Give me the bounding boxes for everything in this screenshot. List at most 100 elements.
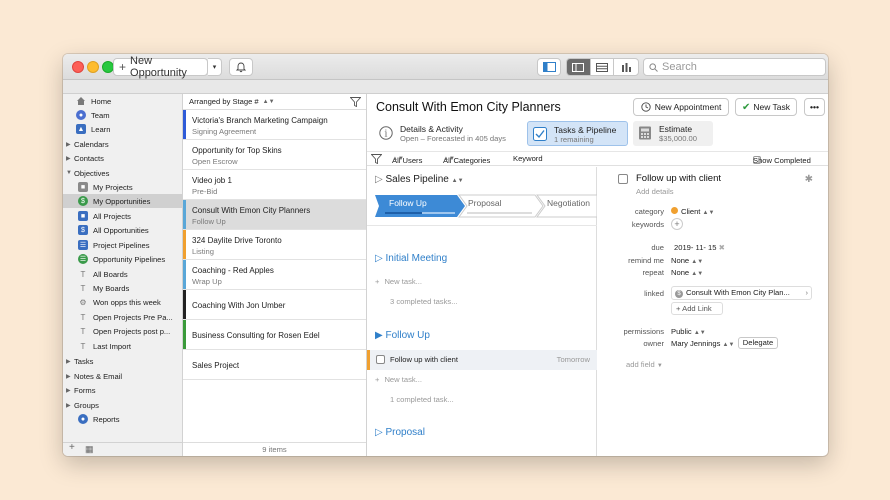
delegate-button[interactable]: Delegate	[738, 337, 778, 349]
list-item[interactable]: Sales Project	[183, 350, 366, 380]
tab-title: Estimate	[659, 124, 693, 134]
sidebar-item-objectives[interactable]: ▼ Objectives	[66, 166, 109, 180]
sidebar-item-open-projects-pre[interactable]: T Open Projects Pre Pa...	[78, 310, 173, 324]
board-icon: T	[80, 312, 86, 322]
remind-label: remind me	[628, 256, 664, 265]
clear-icon[interactable]: ✖	[719, 243, 725, 252]
task-row-selected[interactable]: Follow up with client Tomorrow	[367, 350, 597, 370]
sidebar-item-notes-email[interactable]: ▶ Notes & Email	[66, 369, 122, 383]
list-item-subtitle: Signing Agreement	[192, 127, 257, 136]
close-window-button[interactable]	[72, 61, 84, 73]
section-follow-up[interactable]: ▶ Follow Up	[375, 330, 430, 341]
list-view-button[interactable]	[591, 59, 615, 75]
sidebar-item-my-boards[interactable]: T My Boards	[78, 281, 130, 295]
sidebar-item-all-opportunities[interactable]: $ All Opportunities	[78, 223, 149, 237]
stage-follow-up[interactable]: Follow Up	[389, 198, 427, 208]
sidebar-item-opportunity-pipelines[interactable]: ☰ Opportunity Pipelines	[78, 252, 165, 266]
main-pane: Consult With Emon City Planners New Appo…	[367, 94, 828, 456]
new-opportunity-menu-button[interactable]: ▾	[208, 58, 222, 76]
owner-select[interactable]: Mary Jennings ▲▼	[671, 339, 734, 348]
pipeline-selector[interactable]: ▷ Sales Pipeline ▲▼	[375, 174, 464, 185]
add-keyword-button[interactable]: +	[671, 218, 683, 230]
sidebar-item-reports[interactable]: ● Reports	[78, 412, 120, 426]
sidebar-item-project-pipelines[interactable]: ☰ Project Pipelines	[78, 238, 150, 252]
board-icon: T	[80, 341, 86, 351]
completed-tasks-link[interactable]: 1 completed task...	[390, 395, 454, 404]
section-proposal[interactable]: ▷ Proposal	[375, 427, 425, 438]
add-link-button[interactable]: + Add Link	[671, 302, 723, 315]
sidebar-item-label: All Boards	[93, 269, 128, 279]
filter-icon[interactable]	[350, 97, 361, 107]
sidebar-item-home[interactable]: Home	[76, 94, 111, 108]
detail-task-checkbox[interactable]	[618, 174, 628, 184]
sidebar-item-open-projects-post[interactable]: T Open Projects post p...	[78, 324, 171, 338]
task-detail-title[interactable]: Follow up with client	[636, 173, 721, 184]
page-title: Consult With Emon City Planners	[376, 100, 561, 114]
disclosure-right-icon: ▶	[66, 358, 71, 365]
sidebar-item-tasks[interactable]: ▶ Tasks	[66, 354, 93, 368]
section-initial-meeting[interactable]: ▷ Initial Meeting	[375, 253, 447, 264]
list-item[interactable]: Coaching - Red Apples Wrap Up	[183, 260, 366, 290]
tab-estimate[interactable]: Estimate $35,000.00	[633, 121, 713, 146]
sidebar-item-contacts[interactable]: ▶ Contacts	[66, 151, 104, 165]
new-task-row[interactable]: + New task...	[375, 277, 422, 286]
sidebar-item-all-projects[interactable]: ■ All Projects	[78, 209, 131, 223]
add-icon[interactable]: +	[69, 442, 75, 453]
search-field[interactable]: Search	[643, 58, 826, 76]
list-item[interactable]: Victoria's Branch Marketing Campaign Sig…	[183, 110, 366, 140]
sidebar-item-learn[interactable]: ▲ Learn	[76, 122, 110, 136]
clipboard-icon: ■	[78, 211, 88, 221]
tab-details-activity[interactable]: i Details & Activity Open – Forecasted i…	[374, 121, 520, 146]
new-opportunity-button[interactable]: + New Opportunity	[113, 55, 208, 79]
list-item[interactable]: Business Consulting for Rosen Edel	[183, 320, 366, 350]
new-task-row[interactable]: + New task...	[375, 375, 422, 384]
pin-icon[interactable]: ✱	[805, 174, 813, 185]
permissions-select[interactable]: Public ▲▼	[671, 327, 706, 336]
due-date-field[interactable]: 2019- 11- 15 ✖	[674, 243, 725, 252]
stage-negotiation[interactable]: Negotiation	[547, 198, 590, 208]
plus-icon: +	[375, 375, 380, 384]
sidebar-icon	[542, 62, 556, 72]
sidebar-item-team[interactable]: ● Team	[76, 108, 110, 122]
list-item-selected[interactable]: Consult With Emon City Planners Follow U…	[183, 200, 366, 230]
filter-icon[interactable]	[371, 154, 382, 164]
bar-chart-icon	[621, 63, 631, 72]
sidebar-item-my-opportunities[interactable]: $ My Opportunities	[63, 194, 182, 208]
category-select[interactable]: Client ▲▼	[671, 207, 714, 216]
linked-item[interactable]: $ Consult With Emon City Plan... ›	[671, 286, 812, 300]
arranged-by-label[interactable]: Arranged by Stage #	[189, 97, 259, 106]
sidebar-item-my-projects[interactable]: ■ My Projects	[78, 180, 133, 194]
minimize-window-button[interactable]	[87, 61, 99, 73]
repeat-select[interactable]: None ▲▼	[671, 268, 703, 277]
tab-tasks-pipeline[interactable]: Tasks & Pipeline 1 remaining	[527, 121, 628, 146]
list-item[interactable]: Video job 1 Pre-Bid	[183, 170, 366, 200]
sidebar-item-calendars[interactable]: ▶ Calendars	[66, 137, 109, 151]
detail-view-button[interactable]	[567, 59, 591, 75]
keyword-filter[interactable]: Keyword	[513, 154, 543, 163]
linked-value: Consult With Emon City Plan...	[686, 288, 790, 297]
completed-tasks-link[interactable]: 3 completed tasks...	[390, 297, 458, 306]
table-icon[interactable]: ▦	[85, 444, 94, 455]
sidebar-item-last-import[interactable]: T Last Import	[78, 339, 131, 353]
task-checkbox[interactable]	[376, 355, 385, 364]
more-options-button[interactable]: •••	[804, 98, 825, 116]
add-field-button[interactable]: add field ▼	[626, 360, 663, 369]
list-item[interactable]: Opportunity for Top Skins Open Escrow	[183, 140, 366, 170]
new-task-button[interactable]: ✔ New Task	[735, 98, 797, 116]
sidebar-item-groups[interactable]: ▶ Groups	[66, 398, 99, 412]
sidebar-item-all-boards[interactable]: T All Boards	[78, 267, 128, 281]
sidebar-item-won-opps[interactable]: ⚙ Won opps this week	[78, 295, 160, 309]
sidebar-item-forms[interactable]: ▶ Forms	[66, 383, 96, 397]
remind-select[interactable]: None ▲▼	[671, 256, 703, 265]
stage-proposal[interactable]: Proposal	[468, 198, 502, 208]
add-details-field[interactable]: Add details	[636, 187, 674, 196]
sidebar-toggle-button[interactable]	[537, 58, 561, 76]
chart-view-button[interactable]	[614, 59, 638, 75]
new-appointment-button[interactable]: New Appointment	[633, 98, 729, 116]
notifications-button[interactable]	[229, 58, 253, 76]
list-item-title: 324 Daylite Drive Toronto	[192, 236, 282, 245]
graduation-cap-icon: ▲	[76, 124, 86, 134]
list-item[interactable]: Coaching With Jon Umber	[183, 290, 366, 320]
list-item[interactable]: 324 Daylite Drive Toronto Listing	[183, 230, 366, 260]
board-icon: T	[80, 269, 86, 279]
